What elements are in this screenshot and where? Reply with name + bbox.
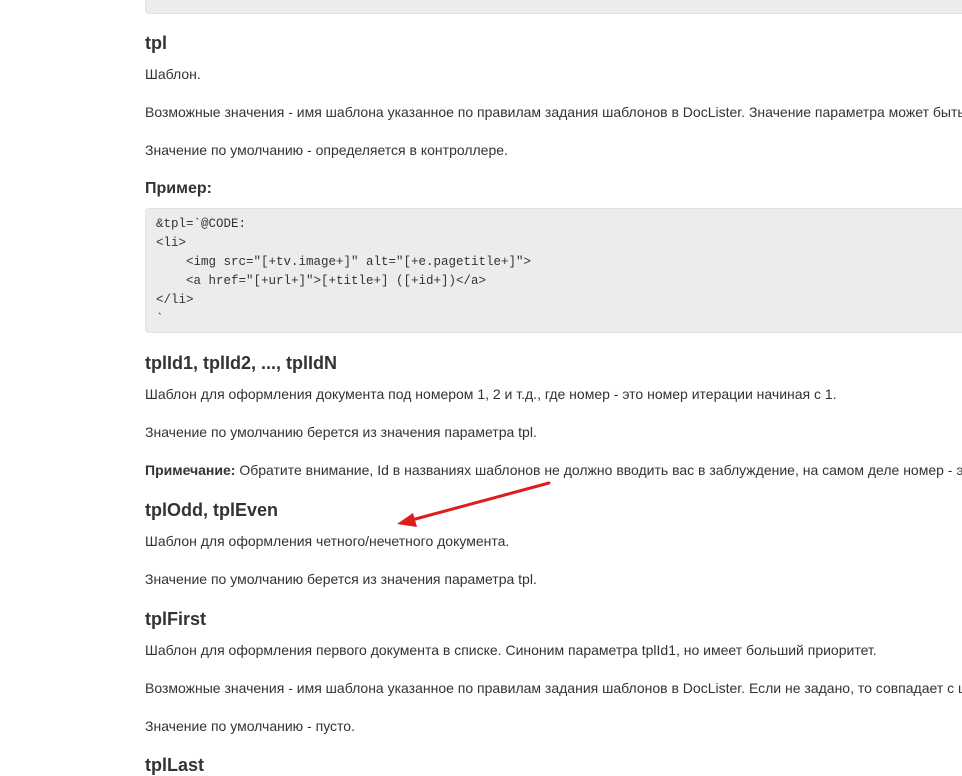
note-label: Примечание:: [145, 462, 236, 478]
tplid-description: Шаблон для оформления документа под номе…: [145, 386, 837, 402]
tpl-example-code: &tpl=`@CODE: <li> <img src="[+tv.image+]…: [145, 208, 962, 333]
tplid-note: Примечание: Обратите внимание, Id в назв…: [145, 461, 962, 479]
tplfirst-possible-values: Возможные значения - имя шаблона указанн…: [145, 680, 962, 696]
tplfirst-description: Шаблон для оформления первого документа …: [145, 642, 877, 658]
section-title-tplodd-tpleven: tplOdd, tplEven: [145, 500, 278, 520]
example-heading: Пример:: [145, 180, 212, 197]
previous-code-block: [145, 0, 962, 14]
tplodd-default-value: Значение по умолчанию берется из значени…: [145, 571, 537, 587]
tplodd-description: Шаблон для оформления четного/нечетного …: [145, 533, 510, 549]
section-title-tplfirst: tplFirst: [145, 609, 206, 629]
tpl-possible-values: Возможные значения - имя шаблона указанн…: [145, 104, 962, 120]
section-title-tplid: tplId1, tplId2, ..., tplIdN: [145, 353, 337, 373]
tplid-default-value: Значение по умолчанию берется из значени…: [145, 424, 537, 440]
section-title-tpllast: tplLast: [145, 755, 205, 775]
arrow-head-icon: [397, 513, 417, 527]
tpl-description: Шаблон.: [145, 66, 201, 82]
section-title-tpl: tpl: [145, 33, 167, 53]
arrow-shaft: [406, 481, 551, 523]
note-text: Обратите внимание, Id в названиях шаблон…: [235, 462, 962, 478]
tpl-default-value: Значение по умолчанию - определяется в к…: [145, 142, 508, 158]
tplfirst-default-value: Значение по умолчанию - пусто.: [145, 718, 355, 734]
